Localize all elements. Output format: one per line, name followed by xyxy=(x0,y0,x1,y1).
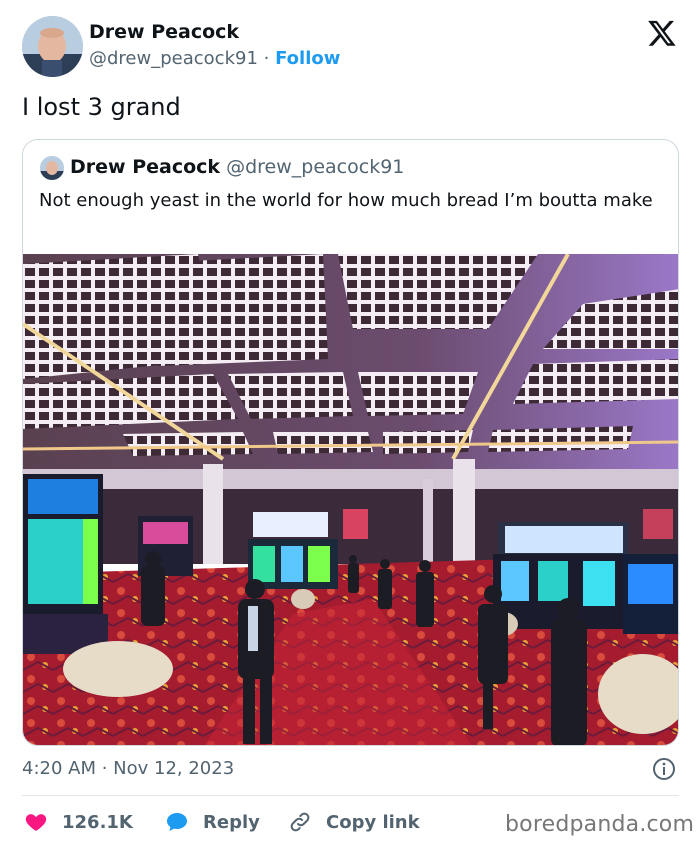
reply-label: Reply xyxy=(203,811,260,833)
x-logo-icon[interactable] xyxy=(647,18,677,48)
author-handle[interactable]: @drew_peacock91 xyxy=(89,48,258,69)
quoted-avatar-photo xyxy=(40,156,64,180)
tweet-timestamp[interactable]: 4:20 AM · Nov 12, 2023 xyxy=(22,758,234,779)
copy-link-button[interactable]: Copy link xyxy=(288,808,420,836)
avatar-photo xyxy=(22,16,83,77)
copy-link-label: Copy link xyxy=(326,811,420,833)
heart-icon xyxy=(25,814,47,831)
quoted-author-handle: @drew_peacock91 xyxy=(226,156,405,178)
quoted-tweet-card[interactable]: Drew Peacock @drew_peacock91 Not enough … xyxy=(22,139,679,746)
quoted-tweet-text: Not enough yeast in the world for how mu… xyxy=(39,190,653,211)
follow-button[interactable]: Follow xyxy=(275,48,340,69)
casino-floor-photo[interactable] xyxy=(23,254,678,745)
divider xyxy=(22,795,679,796)
author-handle-line: @drew_peacock91 · Follow xyxy=(89,48,340,69)
quoted-author-avatar xyxy=(40,156,64,180)
reply-bubble-icon xyxy=(167,813,187,831)
quoted-author-line: Drew Peacock @drew_peacock91 xyxy=(70,156,404,178)
link-icon xyxy=(290,812,310,832)
reply-button[interactable]: Reply xyxy=(165,808,260,836)
like-button[interactable]: 126.1K xyxy=(24,808,133,836)
author-name[interactable]: Drew Peacock xyxy=(89,21,239,43)
info-icon[interactable] xyxy=(652,757,676,781)
watermark: boredpanda.com xyxy=(505,812,695,837)
like-count: 126.1K xyxy=(62,811,133,833)
quoted-author-name: Drew Peacock xyxy=(70,156,221,178)
separator-dot: · xyxy=(263,48,270,69)
tweet-text: I lost 3 grand xyxy=(22,93,181,121)
author-avatar[interactable] xyxy=(22,16,83,77)
